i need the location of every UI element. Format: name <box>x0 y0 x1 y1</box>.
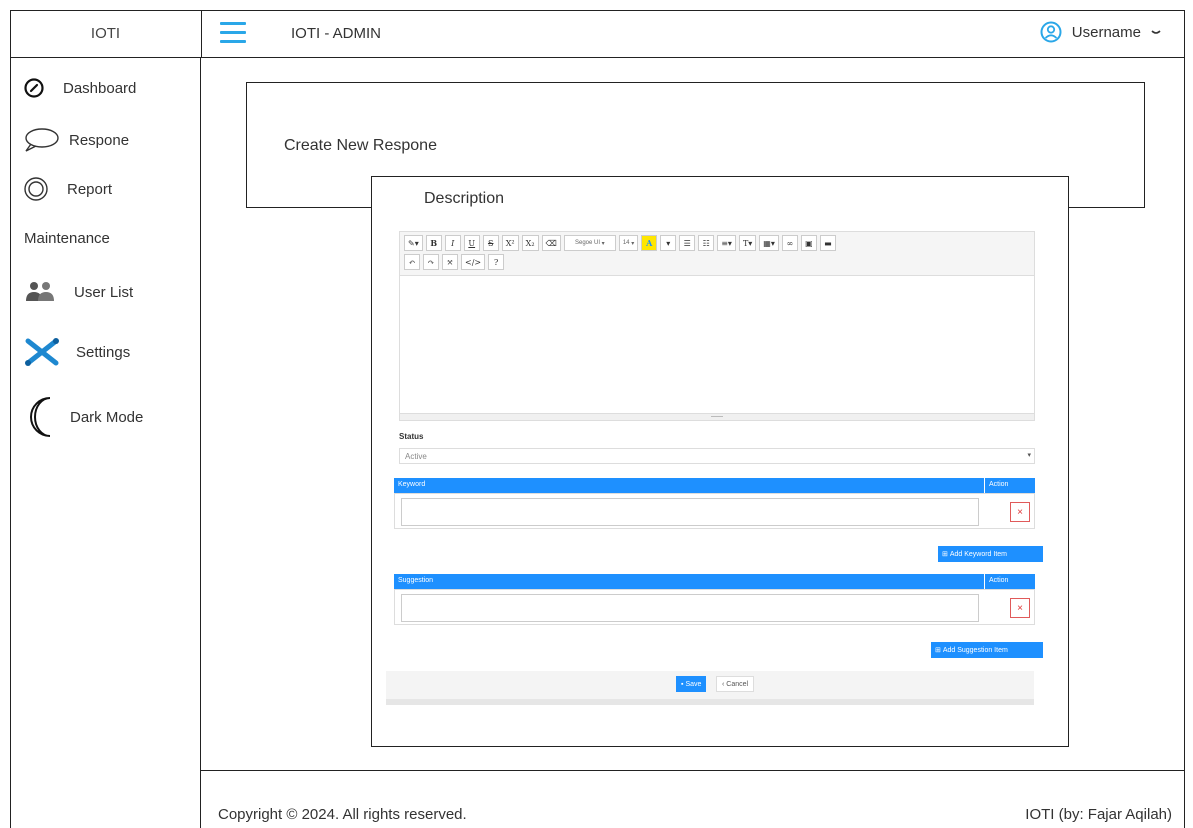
add-suggestion-label: Add Suggestion Item <box>942 646 1008 654</box>
keyword-table-header: Keyword Action <box>394 478 1035 493</box>
status-value: Active <box>405 452 427 461</box>
cancel-label: Cancel <box>726 680 749 688</box>
status-label: Status <box>399 432 424 441</box>
editor-content-area[interactable] <box>400 276 1034 402</box>
app-title: IOTI - ADMIN <box>291 25 381 42</box>
top-header: IOTI IOTI - ADMIN Username <box>10 10 1185 58</box>
brand-logo[interactable]: IOTI <box>10 10 202 57</box>
save-label: Save <box>685 680 702 688</box>
align-icon[interactable]: ≡▾ <box>717 235 736 251</box>
add-keyword-button[interactable]: ⊞ Add Keyword Item <box>938 546 1043 562</box>
keyword-row: × <box>394 493 1035 529</box>
image-icon[interactable]: ▣ <box>800 235 817 251</box>
sidebar-item-label: Dashboard <box>63 79 137 97</box>
unordered-list-icon[interactable]: ☰ <box>679 235 696 251</box>
copyright-text: Copyright © 2024. All rights reserved. <box>218 806 467 823</box>
sidebar-item-dark-mode[interactable]: Dark Mode <box>24 395 143 439</box>
user-menu[interactable]: Username <box>1040 21 1161 43</box>
plus-square-icon: ⊞ <box>942 551 950 558</box>
delete-suggestion-button[interactable]: × <box>1010 598 1030 618</box>
bold-icon[interactable]: B <box>425 235 442 251</box>
sidebar-item-dashboard[interactable]: Dashboard <box>23 77 136 99</box>
add-keyword-label: Add Keyword Item <box>949 550 1008 558</box>
add-suggestion-button[interactable]: ⊞ Add Suggestion Item <box>931 642 1043 658</box>
speedometer-icon <box>24 78 44 98</box>
fullscreen-icon[interactable]: ⤧ <box>442 254 458 270</box>
user-avatar-icon <box>1040 21 1062 43</box>
chevron-down-icon <box>1151 30 1161 34</box>
save-button[interactable]: ▪ Save <box>676 676 707 692</box>
undo-icon[interactable]: ↶ <box>404 254 420 270</box>
action-column-header: Action <box>984 574 1035 589</box>
sidebar: Dashboard Respone Report Maintenance Use… <box>10 58 201 828</box>
form-actions-bar: ▪ Save ‹ Cancel <box>386 671 1034 705</box>
description-label: Description <box>424 190 505 207</box>
sidebar-item-label: Dark Mode <box>70 408 144 426</box>
tools-icon <box>25 338 59 366</box>
eraser-icon[interactable]: ⌫ <box>541 235 561 251</box>
link-icon[interactable]: ∞ <box>781 235 798 251</box>
suggestion-column-header: Suggestion <box>398 577 434 584</box>
redo-icon[interactable]: ↷ <box>423 254 439 270</box>
strikethrough-icon[interactable]: S <box>482 235 499 251</box>
resize-handle[interactable] <box>400 413 1034 420</box>
ordered-list-icon[interactable]: ☷ <box>698 235 715 251</box>
response-form: Description ✎▾ B I U S X² X₂ ⌫ Segoe UI … <box>371 176 1069 747</box>
font-family-select[interactable]: Segoe UI ▾ <box>563 235 616 251</box>
code-view-icon[interactable]: </> <box>461 254 486 270</box>
status-select[interactable]: Active ▾ <box>399 448 1035 464</box>
keyword-column-header: Keyword <box>398 481 426 488</box>
users-icon <box>26 282 54 301</box>
underline-icon[interactable]: U <box>463 235 480 251</box>
chat-bubble-icon <box>25 128 59 152</box>
font-name: Segoe UI <box>574 240 601 246</box>
chevron-down-icon: ▾ <box>1027 452 1031 459</box>
hamburger-menu-icon[interactable] <box>220 22 246 44</box>
maintenance-section-label: Maintenance <box>24 230 110 247</box>
suggestion-input[interactable] <box>401 594 979 622</box>
report-circle-icon <box>24 177 48 201</box>
font-size-select[interactable]: 14 ▾ <box>618 235 639 251</box>
page-footer: Copyright © 2024. All rights reserved. I… <box>201 770 1185 828</box>
suggestion-row: × <box>394 589 1035 625</box>
sidebar-item-label: Respone <box>69 131 130 149</box>
main-content: Create New Respone Description ✎▾ B I U … <box>201 58 1185 770</box>
delete-keyword-button[interactable]: × <box>1010 502 1030 522</box>
style-dropdown-icon[interactable]: ✎▾ <box>404 235 423 251</box>
table-icon[interactable]: ▦▾ <box>759 235 779 251</box>
suggestion-table-header: Suggestion Action <box>394 574 1035 589</box>
video-icon[interactable]: ▬ <box>819 235 836 251</box>
subscript-icon[interactable]: X₂ <box>521 235 539 251</box>
username-label: Username <box>1071 23 1141 41</box>
keyword-input[interactable] <box>401 498 979 526</box>
credits-text: IOTI (by: Fajar Aqilah) <box>1025 806 1172 823</box>
sidebar-item-label: Report <box>67 180 113 198</box>
text-color-icon[interactable]: A <box>641 235 658 251</box>
editor-toolbar: ✎▾ B I U S X² X₂ ⌫ Segoe UI ▾ 14 ▾ A ▾ ☰… <box>400 232 1034 276</box>
action-column-header: Action <box>984 478 1035 493</box>
sidebar-item-settings[interactable]: Settings <box>24 337 130 367</box>
color-dropdown-icon[interactable]: ▾ <box>660 235 677 251</box>
italic-icon[interactable]: I <box>444 235 461 251</box>
superscript-icon[interactable]: X² <box>501 235 519 251</box>
line-height-icon[interactable]: T▾ <box>738 235 757 251</box>
sidebar-item-report[interactable]: Report <box>23 176 112 202</box>
page-title: Create New Respone <box>284 137 437 154</box>
font-size: 14 <box>622 240 630 246</box>
moon-icon <box>30 397 51 437</box>
cancel-button[interactable]: ‹ Cancel <box>716 676 755 692</box>
plus-square-icon: ⊞ <box>935 647 943 654</box>
sidebar-item-label: User List <box>74 283 134 301</box>
rich-text-editor: ✎▾ B I U S X² X₂ ⌫ Segoe UI ▾ 14 ▾ A ▾ ☰… <box>399 231 1035 421</box>
sidebar-item-respone[interactable]: Respone <box>23 127 129 153</box>
help-icon[interactable]: ? <box>488 254 505 270</box>
sidebar-item-label: Settings <box>76 343 131 361</box>
sidebar-item-user-list[interactable]: User List <box>24 280 133 304</box>
